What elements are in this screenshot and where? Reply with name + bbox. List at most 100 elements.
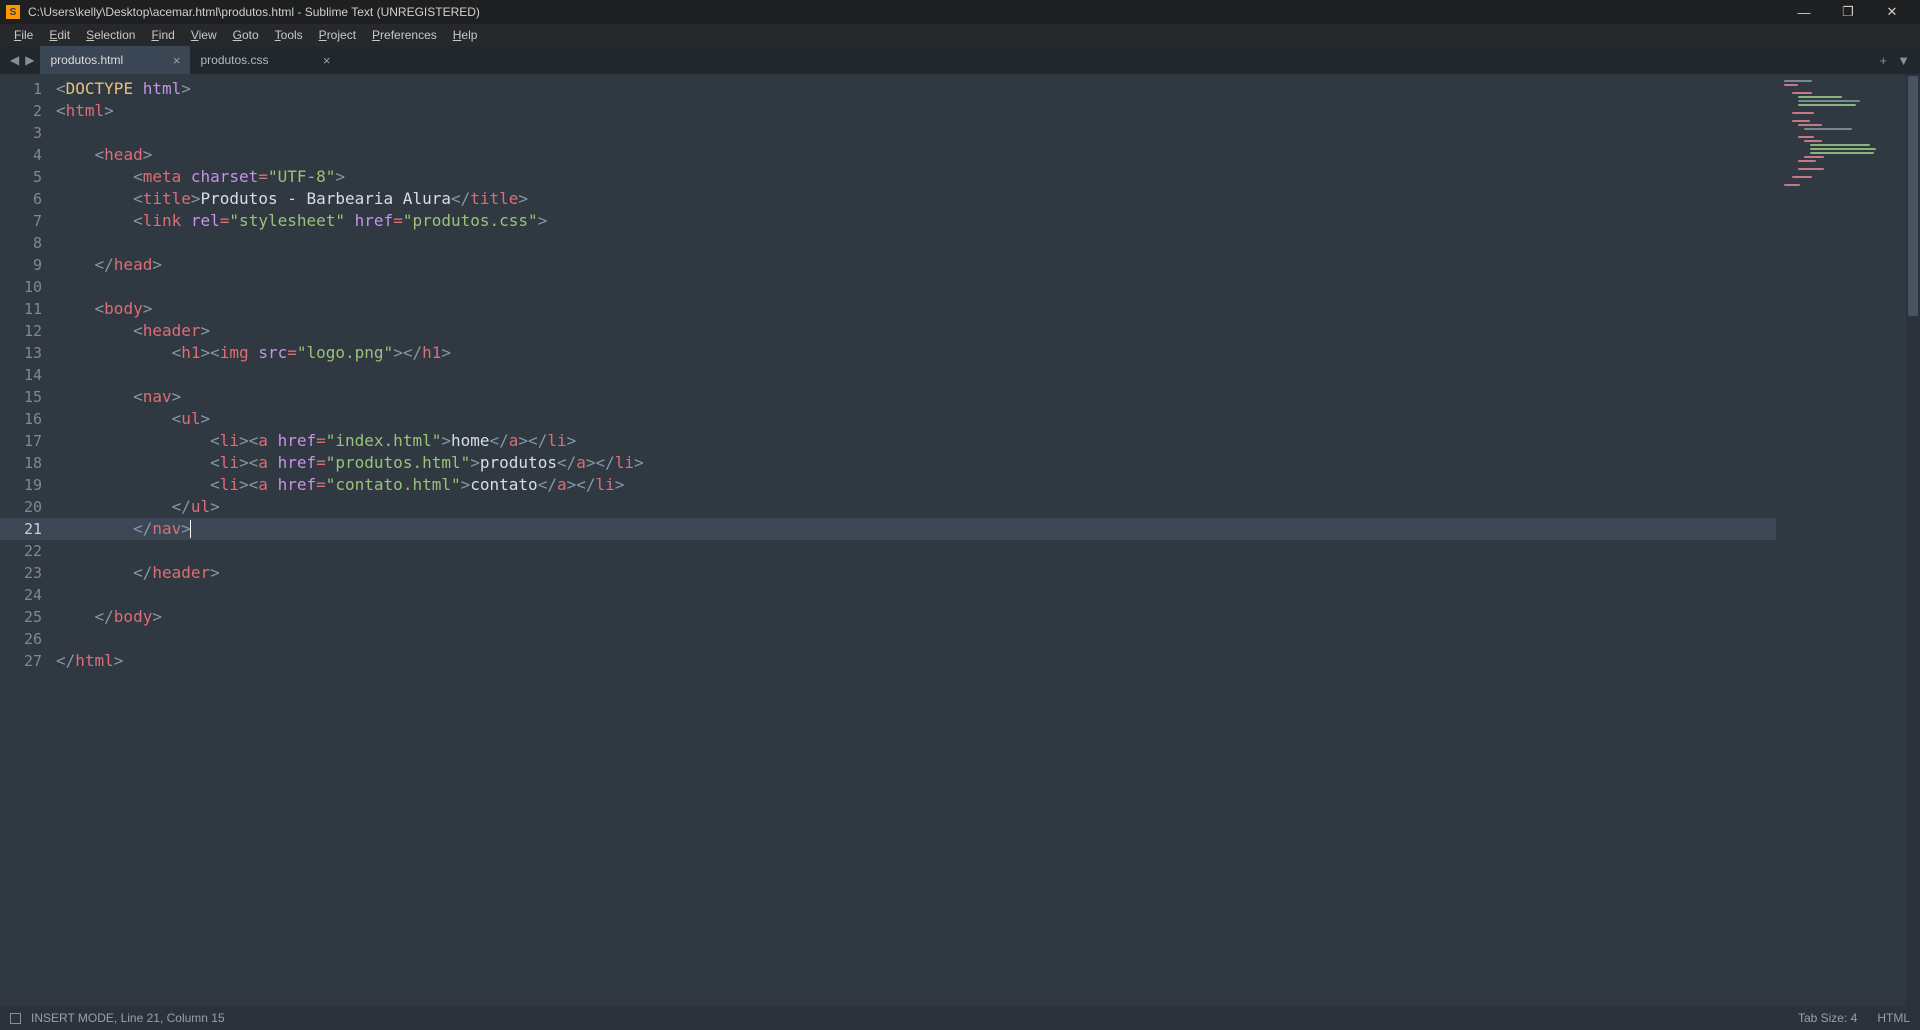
code-line[interactable]: </ul> — [56, 496, 1776, 518]
menu-project[interactable]: Project — [311, 26, 364, 44]
minimap-line — [1798, 124, 1822, 126]
line-number[interactable]: 10 — [0, 276, 56, 298]
scrollbar-thumb[interactable] — [1908, 76, 1918, 316]
code-line[interactable]: <ul> — [56, 408, 1776, 430]
line-number[interactable]: 24 — [0, 584, 56, 606]
menu-preferences[interactable]: Preferences — [364, 26, 445, 44]
minimize-button[interactable]: — — [1782, 0, 1826, 24]
minimap-line — [1798, 96, 1842, 98]
line-number[interactable]: 14 — [0, 364, 56, 386]
line-number[interactable]: 2 — [0, 100, 56, 122]
menu-find[interactable]: Find — [143, 26, 182, 44]
line-number[interactable]: 15 — [0, 386, 56, 408]
minimap-line — [1792, 112, 1814, 114]
line-number[interactable]: 13 — [0, 342, 56, 364]
code-line[interactable]: <li><a href="contato.html">contato</a></… — [56, 474, 1776, 496]
line-number[interactable]: 16 — [0, 408, 56, 430]
minimap-line — [1810, 144, 1870, 146]
close-button[interactable]: ✕ — [1870, 0, 1914, 24]
line-number[interactable]: 5 — [0, 166, 56, 188]
line-number[interactable]: 21 — [0, 518, 56, 540]
menu-goto[interactable]: Goto — [225, 26, 267, 44]
menu-view[interactable]: View — [183, 26, 225, 44]
code-line[interactable]: </html> — [56, 650, 1776, 672]
menu-selection[interactable]: Selection — [78, 26, 143, 44]
vertical-scrollbar[interactable] — [1906, 74, 1920, 1006]
line-number[interactable]: 18 — [0, 452, 56, 474]
line-number[interactable]: 20 — [0, 496, 56, 518]
code-line[interactable] — [56, 122, 1776, 144]
line-number[interactable]: 7 — [0, 210, 56, 232]
code-line[interactable]: <li><a href="index.html">home</a></li> — [56, 430, 1776, 452]
line-number[interactable]: 9 — [0, 254, 56, 276]
line-number[interactable]: 25 — [0, 606, 56, 628]
code-line[interactable]: <head> — [56, 144, 1776, 166]
status-tabsize[interactable]: Tab Size: 4 — [1798, 1011, 1857, 1025]
code-line[interactable] — [56, 584, 1776, 606]
line-number[interactable]: 19 — [0, 474, 56, 496]
status-panel-toggle-icon[interactable] — [10, 1013, 21, 1024]
code-content[interactable]: <DOCTYPE html><html> <head> <meta charse… — [56, 74, 1776, 1006]
menu-help[interactable]: Help — [445, 26, 486, 44]
line-number[interactable]: 1 — [0, 78, 56, 100]
line-number[interactable]: 11 — [0, 298, 56, 320]
minimap-line — [1784, 84, 1798, 86]
maximize-button[interactable]: ❐ — [1826, 0, 1870, 24]
tab-container: produtos.html×produtos.css× — [40, 46, 340, 74]
line-number[interactable]: 17 — [0, 430, 56, 452]
minimap-line — [1784, 184, 1800, 186]
line-number[interactable]: 26 — [0, 628, 56, 650]
minimap-line — [1798, 104, 1856, 106]
window-controls: — ❐ ✕ — [1782, 0, 1914, 24]
line-number[interactable]: 12 — [0, 320, 56, 342]
menu-file[interactable]: File — [6, 26, 41, 44]
new-tab-icon[interactable]: + — [1880, 53, 1888, 68]
code-line[interactable] — [56, 540, 1776, 562]
code-line[interactable]: <meta charset="UTF-8"> — [56, 166, 1776, 188]
line-number[interactable]: 4 — [0, 144, 56, 166]
line-number[interactable]: 6 — [0, 188, 56, 210]
code-line[interactable]: </nav> — [56, 518, 1776, 540]
code-line[interactable] — [56, 628, 1776, 650]
minimap-line — [1810, 148, 1876, 150]
tab-close-icon[interactable]: × — [311, 53, 331, 68]
code-line[interactable]: <body> — [56, 298, 1776, 320]
minimap-line — [1798, 168, 1824, 170]
code-line[interactable]: <nav> — [56, 386, 1776, 408]
menu-tools[interactable]: Tools — [267, 26, 311, 44]
code-line[interactable]: <DOCTYPE html> — [56, 78, 1776, 100]
line-number[interactable]: 3 — [0, 122, 56, 144]
tab-close-icon[interactable]: × — [161, 53, 181, 68]
status-syntax[interactable]: HTML — [1877, 1011, 1910, 1025]
code-line[interactable] — [56, 232, 1776, 254]
code-line[interactable]: <li><a href="produtos.html">produtos</a>… — [56, 452, 1776, 474]
code-line[interactable] — [56, 364, 1776, 386]
minimap-line — [1798, 100, 1860, 102]
code-line[interactable]: </body> — [56, 606, 1776, 628]
minimap-line — [1804, 156, 1824, 158]
nav-back-icon[interactable]: ◀ — [10, 53, 19, 67]
line-number-gutter[interactable]: 1234567891011121314151617181920212223242… — [0, 74, 56, 1006]
line-number[interactable]: 27 — [0, 650, 56, 672]
line-number[interactable]: 22 — [0, 540, 56, 562]
code-line[interactable]: <header> — [56, 320, 1776, 342]
code-line[interactable]: <h1><img src="logo.png"></h1> — [56, 342, 1776, 364]
code-line[interactable] — [56, 276, 1776, 298]
status-right: Tab Size: 4 HTML — [1798, 1011, 1910, 1025]
code-line[interactable]: </head> — [56, 254, 1776, 276]
line-number[interactable]: 23 — [0, 562, 56, 584]
code-line[interactable]: </header> — [56, 562, 1776, 584]
tab-produtos-css[interactable]: produtos.css× — [190, 46, 340, 74]
minimap[interactable] — [1776, 74, 1906, 1006]
code-line[interactable]: <title>Produtos - Barbearia Alura</title… — [56, 188, 1776, 210]
window-title: C:\Users\kelly\Desktop\acemar.html\produ… — [28, 5, 1782, 19]
menu-edit[interactable]: Edit — [41, 26, 78, 44]
line-number[interactable]: 8 — [0, 232, 56, 254]
code-line[interactable]: <link rel="stylesheet" href="produtos.cs… — [56, 210, 1776, 232]
tab-dropdown-icon[interactable]: ▼ — [1897, 53, 1910, 68]
tabbar: ◀ ▶ produtos.html×produtos.css× + ▼ — [0, 46, 1920, 74]
tab-produtos-html[interactable]: produtos.html× — [40, 46, 190, 74]
nav-forward-icon[interactable]: ▶ — [25, 53, 34, 67]
code-line[interactable]: <html> — [56, 100, 1776, 122]
status-left: INSERT MODE, Line 21, Column 15 — [10, 1011, 225, 1025]
